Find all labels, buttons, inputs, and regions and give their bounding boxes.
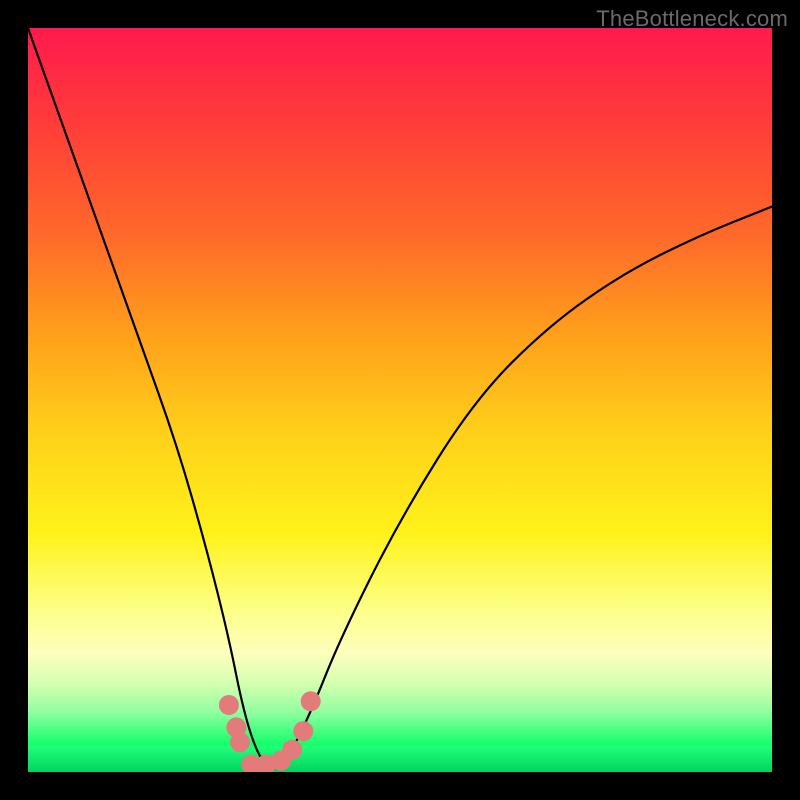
highlight-dot bbox=[219, 695, 239, 715]
highlight-dot bbox=[293, 721, 313, 741]
chart-frame: TheBottleneck.com bbox=[0, 0, 800, 800]
bottleneck-curve-path bbox=[28, 28, 772, 768]
highlight-dot bbox=[230, 732, 250, 752]
highlight-dot bbox=[301, 691, 321, 711]
highlight-dot bbox=[282, 740, 302, 760]
watermark-text: TheBottleneck.com bbox=[596, 6, 788, 32]
plot-area bbox=[28, 28, 772, 772]
curve-layer bbox=[28, 28, 772, 772]
highlight-dots-group bbox=[219, 691, 321, 772]
